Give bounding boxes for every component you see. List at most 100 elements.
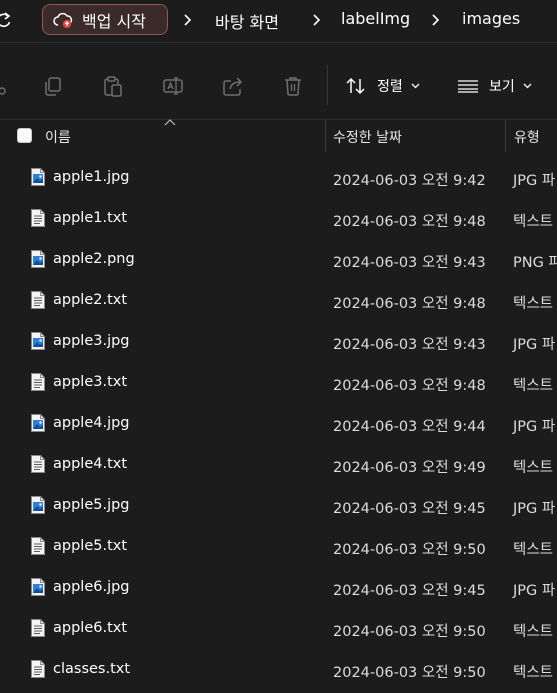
column-header-type[interactable]: 유형 xyxy=(514,127,540,147)
view-button[interactable]: 보기 xyxy=(457,73,532,99)
delete-icon[interactable] xyxy=(282,75,304,97)
breadcrumb-images[interactable]: images xyxy=(462,9,520,28)
text-file-icon xyxy=(31,619,45,637)
start-backup-button[interactable]: 백업 시작 xyxy=(42,4,168,35)
cut-icon[interactable] xyxy=(0,75,8,97)
file-type: JPG 파 xyxy=(513,583,556,599)
file-type: 텍스트 xyxy=(513,542,554,558)
file-row[interactable]: apple3.txt 2024-06-03 오전 9:48 텍스트 xyxy=(0,363,557,404)
chevron-right-icon[interactable] xyxy=(430,11,440,29)
file-name: apple6.jpg xyxy=(53,579,130,595)
file-row[interactable]: apple6.jpg 2024-06-03 오전 9:45 JPG 파 xyxy=(0,568,557,609)
file-name: apple5.jpg xyxy=(53,497,130,513)
file-list: apple1.jpg 2024-06-03 오전 9:42 JPG 파 apple1.… xyxy=(0,158,557,691)
file-modified-date: 2024-06-03 오전 9:45 xyxy=(333,583,486,599)
file-modified-date: 2024-06-03 오전 9:50 xyxy=(333,665,486,681)
image-file-icon xyxy=(31,168,45,186)
file-modified-date: 2024-06-03 오전 9:48 xyxy=(333,378,486,394)
file-modified-date: 2024-06-03 오전 9:43 xyxy=(333,337,486,353)
file-name: apple2.txt xyxy=(53,292,128,308)
sort-ascending-caret-icon xyxy=(164,119,176,126)
file-name: apple1.jpg xyxy=(53,169,130,185)
file-type: 텍스트 xyxy=(513,460,554,476)
file-type: 텍스트 xyxy=(513,296,554,312)
paste-icon[interactable] xyxy=(102,75,124,97)
file-row[interactable]: apple1.jpg 2024-06-03 오전 9:42 JPG 파 xyxy=(0,158,557,199)
file-type: PNG 파 xyxy=(513,255,557,271)
view-lines-icon xyxy=(458,80,478,93)
file-row[interactable]: apple4.txt 2024-06-03 오전 9:49 텍스트 xyxy=(0,445,557,486)
file-type: 텍스트 xyxy=(513,378,554,394)
file-row[interactable]: classes.txt 2024-06-03 오전 9:50 텍스트 xyxy=(0,650,557,691)
column-header-modified[interactable]: 수정한 날짜 xyxy=(333,127,402,147)
image-file-icon xyxy=(31,250,45,268)
column-header-row: 이름 수정한 날짜 유형 xyxy=(0,119,557,152)
file-row[interactable]: apple4.jpg 2024-06-03 오전 9:44 JPG 파 xyxy=(0,404,557,445)
image-file-icon xyxy=(31,414,45,432)
file-modified-date: 2024-06-03 오전 9:42 xyxy=(333,173,486,189)
file-row[interactable]: apple6.txt 2024-06-03 오전 9:50 텍스트 xyxy=(0,609,557,650)
chevron-right-icon[interactable] xyxy=(311,11,321,29)
file-name: apple4.txt xyxy=(53,456,128,472)
file-name: apple2.png xyxy=(53,251,135,267)
file-row[interactable]: apple1.txt 2024-06-03 오전 9:48 텍스트 xyxy=(0,199,557,240)
command-bar: 정렬 보기 xyxy=(0,43,557,120)
copy-icon[interactable] xyxy=(42,75,64,97)
file-name: classes.txt xyxy=(53,661,131,677)
file-name: apple3.txt xyxy=(53,374,128,390)
column-header-name[interactable]: 이름 xyxy=(45,127,71,147)
start-backup-label: 백업 시작 xyxy=(82,11,146,31)
file-type: 텍스트 xyxy=(513,665,554,681)
text-file-icon xyxy=(31,291,45,309)
sort-button[interactable]: 정렬 xyxy=(345,73,420,99)
file-name: apple4.jpg xyxy=(53,415,130,431)
cloud-backup-icon xyxy=(53,12,73,28)
file-modified-date: 2024-06-03 오전 9:44 xyxy=(333,419,486,435)
column-resize-handle[interactable] xyxy=(505,120,506,152)
file-name: apple6.txt xyxy=(53,620,128,636)
text-file-icon xyxy=(31,537,45,555)
text-file-icon xyxy=(31,209,45,227)
sort-label: 정렬 xyxy=(377,79,403,95)
file-modified-date: 2024-06-03 오전 9:45 xyxy=(333,501,486,517)
file-modified-date: 2024-06-03 오전 9:50 xyxy=(333,542,486,558)
file-row[interactable]: apple5.txt 2024-06-03 오전 9:50 텍스트 xyxy=(0,527,557,568)
file-type: JPG 파 xyxy=(513,419,556,435)
column-resize-handle[interactable] xyxy=(325,120,326,152)
file-modified-date: 2024-06-03 오전 9:49 xyxy=(333,460,486,476)
rename-icon[interactable] xyxy=(162,75,184,97)
breadcrumb-labelimg[interactable]: labelImg xyxy=(341,9,410,28)
select-all-checkbox[interactable] xyxy=(17,128,32,143)
file-modified-date: 2024-06-03 오전 9:43 xyxy=(333,255,486,271)
image-file-icon xyxy=(31,332,45,350)
address-bar: 백업 시작 바탕 화면 labelImg images xyxy=(0,0,557,43)
file-modified-date: 2024-06-03 오전 9:50 xyxy=(333,624,486,640)
file-type: JPG 파 xyxy=(513,173,556,189)
breadcrumb-desktop[interactable]: 바탕 화면 xyxy=(215,9,279,33)
toolbar-divider xyxy=(327,65,328,105)
share-icon[interactable] xyxy=(222,75,244,97)
file-row[interactable]: apple5.jpg 2024-06-03 오전 9:45 JPG 파 xyxy=(0,486,557,527)
file-type: JPG 파 xyxy=(513,501,556,517)
view-label: 보기 xyxy=(489,79,515,95)
file-row[interactable]: apple2.png 2024-06-03 오전 9:43 PNG 파 xyxy=(0,240,557,281)
file-type: 텍스트 xyxy=(513,624,554,640)
file-name: apple1.txt xyxy=(53,210,128,226)
text-file-icon xyxy=(31,660,45,678)
file-name: apple3.jpg xyxy=(53,333,130,349)
file-type: 텍스트 xyxy=(513,214,554,230)
text-file-icon xyxy=(31,455,45,473)
chevron-down-icon xyxy=(523,83,532,89)
file-row[interactable]: apple3.jpg 2024-06-03 오전 9:43 JPG 파 xyxy=(0,322,557,363)
file-row[interactable]: apple2.txt 2024-06-03 오전 9:48 텍스트 xyxy=(0,281,557,322)
text-file-icon xyxy=(31,373,45,391)
chevron-right-icon[interactable] xyxy=(182,11,192,29)
refresh-icon[interactable] xyxy=(0,12,12,30)
image-file-icon xyxy=(31,496,45,514)
file-name: apple5.txt xyxy=(53,538,128,554)
file-modified-date: 2024-06-03 오전 9:48 xyxy=(333,296,486,312)
image-file-icon xyxy=(31,578,45,596)
sort-icon xyxy=(346,77,365,95)
file-type: JPG 파 xyxy=(513,337,556,353)
file-modified-date: 2024-06-03 오전 9:48 xyxy=(333,214,486,230)
